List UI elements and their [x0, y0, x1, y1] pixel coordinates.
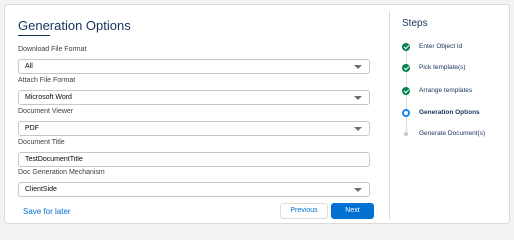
next-button[interactable]: Next — [331, 203, 374, 219]
chevron-down-icon — [354, 127, 362, 131]
step-label: Arrange templates — [419, 87, 473, 94]
step-label: Pick template(s) — [419, 64, 466, 71]
check-icon — [402, 64, 410, 72]
attach-format-label: Attach File Format — [18, 77, 76, 84]
page-title: Generation Options — [18, 18, 131, 33]
chevron-down-icon — [354, 65, 362, 69]
previous-button[interactable]: Previous — [280, 203, 328, 219]
download-format-label: Download File Format — [18, 46, 87, 53]
step-label: Generation Options — [419, 109, 480, 116]
download-format-select[interactable]: All — [18, 59, 370, 74]
steps-title: Steps — [402, 18, 428, 29]
download-format-value: All — [25, 63, 33, 70]
step-label: Enter Object Id — [419, 43, 463, 50]
document-title-input[interactable] — [18, 152, 370, 167]
title-underline — [18, 35, 50, 36]
chevron-down-icon — [354, 96, 362, 100]
document-viewer-label: Document Viewer — [18, 108, 74, 115]
attach-format-select[interactable]: Microsoft Word — [18, 90, 370, 105]
check-icon — [402, 43, 410, 51]
document-title-label: Document Title — [18, 139, 65, 146]
save-for-later-link[interactable]: Save for later — [23, 207, 71, 216]
pending-step-icon — [404, 132, 408, 136]
generation-options-card: Generation Options Download File Format … — [4, 4, 510, 224]
current-step-icon — [402, 109, 410, 117]
form-panel: Generation Options Download File Format … — [5, 5, 389, 223]
document-viewer-value: PDF — [25, 125, 39, 132]
document-viewer-select[interactable]: PDF — [18, 121, 370, 136]
attach-format-value: Microsoft Word — [25, 94, 72, 101]
chevron-down-icon — [354, 188, 362, 192]
doc-generation-select[interactable]: ClientSide — [18, 182, 370, 197]
doc-generation-value: ClientSide — [25, 186, 57, 193]
panel-divider — [389, 11, 390, 219]
step-label: Generate Document(s) — [419, 130, 486, 137]
check-icon — [402, 87, 410, 95]
doc-generation-label: Doc Generation Mechanism — [18, 169, 105, 176]
